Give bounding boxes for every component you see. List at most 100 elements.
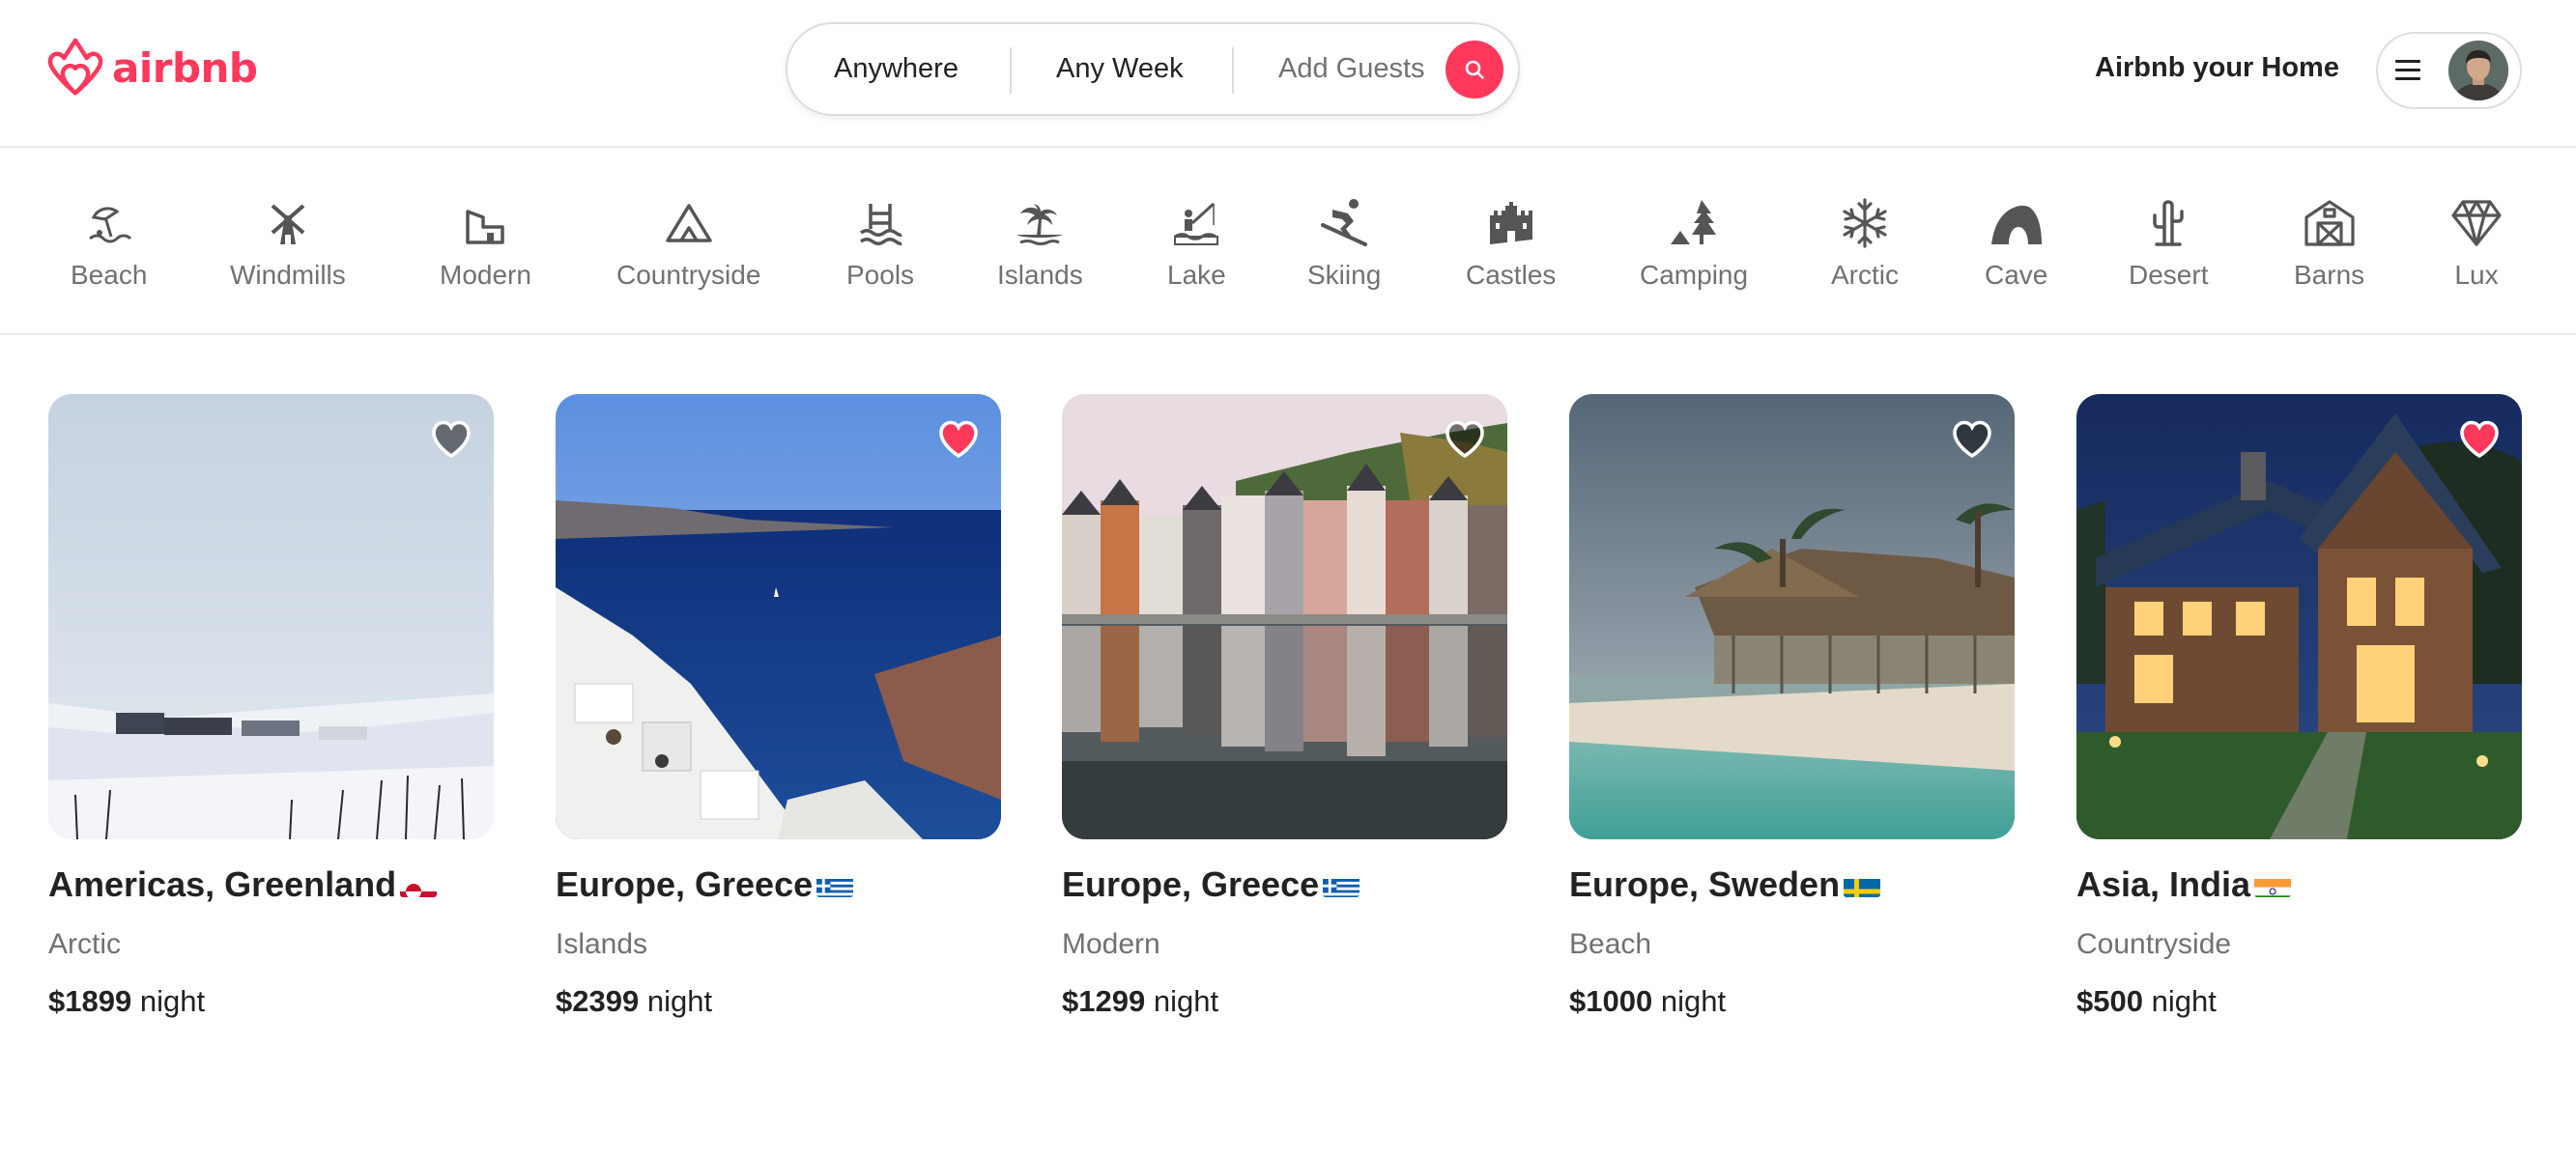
category-barns[interactable]: Barns — [2294, 196, 2364, 291]
listing-category: Beach — [1569, 928, 1652, 960]
island-icon — [1013, 196, 1067, 250]
listing-location: Europe, Greece — [1062, 864, 1507, 905]
listing-card[interactable]: Asia, India Countryside $500 night — [2076, 394, 2522, 1019]
category-countryside[interactable]: Countryside — [616, 196, 760, 291]
sweden-flag-icon — [1844, 872, 1881, 897]
listing-location-text: Europe, Greece — [556, 864, 814, 904]
skiing-icon — [1317, 196, 1371, 250]
listing-card[interactable]: Europe, Greece Modern $1299 night — [1062, 394, 1507, 1019]
category-label: Pools — [846, 260, 915, 290]
listing-photo[interactable] — [48, 394, 494, 839]
listing-location: Asia, India — [2076, 864, 2522, 905]
user-menu-button[interactable] — [2376, 32, 2522, 109]
listing-price-row: $1299 night — [1062, 984, 1507, 1019]
search-bar[interactable]: Anywhere Any Week Add Guests — [786, 22, 1520, 116]
mountain-icon — [662, 196, 716, 250]
category-lake[interactable]: Lake — [1167, 196, 1226, 291]
search-divider — [1010, 47, 1012, 94]
category-label: Castles — [1466, 260, 1557, 290]
listing-photo[interactable] — [556, 394, 1001, 839]
favorite-heart-icon[interactable] — [1949, 415, 1995, 462]
listing-price-unit: night — [1153, 984, 1219, 1018]
windmill-icon — [261, 196, 315, 250]
category-bar: Beach Windmills Modern Countryside Pools… — [0, 150, 2576, 335]
category-label: Lake — [1167, 260, 1226, 290]
listing-price-row: $2399 night — [556, 984, 1001, 1019]
listing-price: $1899 — [48, 984, 132, 1018]
listing-price-row: $500 night — [2076, 984, 2522, 1019]
listing-card[interactable]: Americas, Greenland Arctic $1899 night — [48, 394, 494, 1019]
listing-price-unit: night — [646, 984, 713, 1018]
search-icon — [1465, 60, 1484, 79]
category-label: Windmills — [230, 260, 346, 290]
search-guests-button[interactable]: Add Guests — [1278, 53, 1425, 85]
listing-category: Islands — [556, 928, 648, 960]
category-islands[interactable]: Islands — [997, 196, 1083, 291]
category-cave[interactable]: Cave — [1985, 196, 2047, 291]
cave-icon — [1989, 196, 2044, 250]
listing-price-unit: night — [2151, 984, 2217, 1018]
favorite-heart-icon[interactable] — [935, 415, 982, 462]
snowflake-icon — [1838, 196, 1892, 250]
listing-location: Europe, Sweden — [1569, 864, 2015, 905]
category-lux[interactable]: Lux — [2449, 196, 2504, 291]
listing-photo[interactable] — [1062, 394, 1507, 839]
listing-price-row: $1899 night — [48, 984, 494, 1019]
category-label: Camping — [1640, 260, 1749, 290]
greece-flag-icon — [1323, 872, 1360, 897]
category-pools[interactable]: Pools — [846, 196, 914, 291]
listing-price: $2399 — [556, 984, 640, 1018]
camping-icon — [1667, 196, 1721, 250]
listing-category: Arctic — [48, 928, 121, 960]
category-arctic[interactable]: Arctic — [1831, 196, 1899, 291]
search-when-button[interactable]: Any Week — [1056, 53, 1184, 85]
category-label: Modern — [440, 260, 531, 290]
hamburger-menu-icon — [2395, 60, 2420, 81]
search-divider — [1232, 47, 1234, 94]
category-windmills[interactable]: Windmills — [230, 196, 346, 291]
listing-price: $1000 — [1569, 984, 1653, 1018]
favorite-heart-icon[interactable] — [2456, 415, 2503, 462]
airbnb-belo-icon — [47, 38, 103, 96]
greenland-flag-icon — [400, 872, 438, 897]
category-label: Desert — [2129, 260, 2209, 290]
category-skiing[interactable]: Skiing — [1307, 196, 1381, 291]
pool-icon — [853, 196, 907, 250]
listing-photo[interactable] — [1569, 394, 2015, 839]
category-beach[interactable]: Beach — [71, 196, 147, 291]
airbnb-logo[interactable]: airbnb — [46, 37, 258, 99]
listing-photo[interactable] — [2076, 394, 2522, 839]
user-avatar — [2448, 41, 2508, 100]
listing-location-text: Europe, Sweden — [1569, 864, 1841, 904]
listing-price-row: $1000 night — [1569, 984, 2015, 1019]
host-your-home-link[interactable]: Airbnb your Home — [2095, 52, 2339, 84]
category-camping[interactable]: Camping — [1640, 196, 1748, 291]
listing-location-text: Europe, Greece — [1062, 864, 1320, 904]
listing-location-text: Asia, India — [2076, 864, 2251, 904]
category-label: Beach — [71, 260, 148, 290]
search-submit-button[interactable] — [1445, 41, 1503, 99]
lake-fishing-icon — [1169, 196, 1223, 250]
search-where-button[interactable]: Anywhere — [834, 53, 959, 85]
favorite-heart-icon[interactable] — [1442, 415, 1488, 462]
listing-category: Modern — [1062, 928, 1160, 960]
listing-category: Countryside — [2076, 928, 2232, 960]
favorite-heart-icon[interactable] — [428, 415, 474, 462]
category-castles[interactable]: Castles — [1466, 196, 1556, 291]
barn-icon — [2303, 196, 2357, 250]
category-desert[interactable]: Desert — [2129, 196, 2208, 291]
category-label: Barns — [2294, 260, 2365, 290]
beach-icon — [82, 196, 136, 250]
category-label: Cave — [1985, 260, 2048, 290]
category-modern[interactable]: Modern — [440, 196, 531, 291]
modern-house-icon — [458, 196, 512, 250]
india-flag-icon — [2254, 872, 2292, 897]
listing-card[interactable]: Europe, Greece Islands $2399 night — [556, 394, 1001, 1019]
castle-icon — [1484, 196, 1538, 250]
listing-price: $1299 — [1062, 984, 1146, 1018]
listing-card[interactable]: Europe, Sweden Beach $1000 night — [1569, 394, 2015, 1019]
category-label: Skiing — [1307, 260, 1382, 290]
listing-location: Americas, Greenland — [48, 864, 494, 905]
listing-location: Europe, Greece — [556, 864, 1001, 905]
category-label: Arctic — [1831, 260, 1899, 290]
